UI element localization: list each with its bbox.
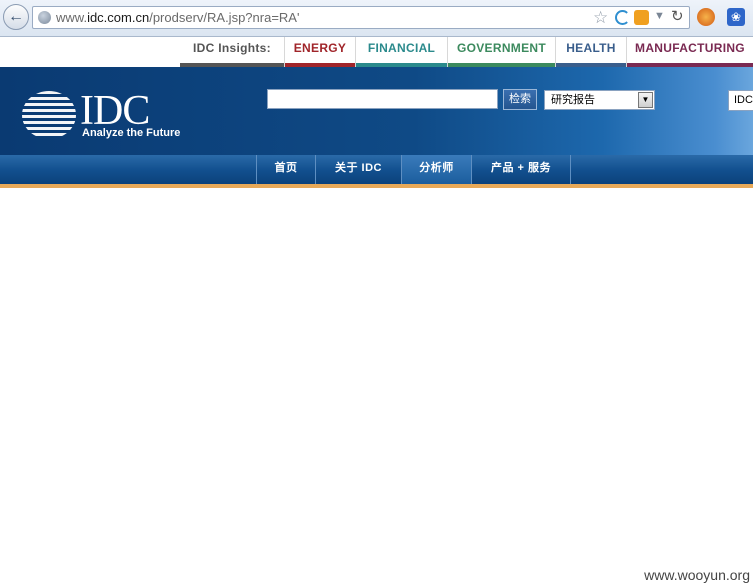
insights-financial[interactable]: FINANCIAL: [355, 37, 447, 67]
url-prefix: www.: [56, 10, 88, 25]
category-select-value: 研究报告: [551, 94, 595, 106]
site-header: IDC Analyze the Future 检索 研究报告 ▼ IDC: [0, 67, 753, 155]
insights-financial-label: FINANCIAL: [367, 41, 436, 55]
chevron-down-icon[interactable]: ▼: [638, 92, 653, 108]
nav-item-products[interactable]: 产品 + 服务: [471, 155, 571, 185]
url-path: /prodserv/RA.jsp?nra=RA': [149, 10, 300, 25]
insights-label-text: IDC Insights:: [193, 41, 271, 55]
insights-manufacturing-label: MANUFACTURING: [635, 41, 745, 55]
back-icon[interactable]: ←: [3, 4, 29, 30]
insights-label: IDC Insights:: [180, 37, 284, 67]
insights-energy-label: ENERGY: [293, 41, 347, 55]
insights-energy[interactable]: ENERGY: [284, 37, 355, 67]
reload-icon[interactable]: ↻: [671, 7, 684, 25]
insights-manufacturing[interactable]: MANUFACTURING: [626, 37, 753, 67]
globe-logo-icon: [22, 91, 76, 139]
nav-item-label: 产品 + 服务: [490, 162, 552, 174]
insights-bar: IDC Insights: ENERGY FINANCIAL GOVERNMEN…: [0, 37, 753, 67]
browser-toolbar: ← www.idc.com.cn/prodserv/RA.jsp?nra=RA'…: [0, 0, 753, 37]
nav-item-analysts[interactable]: 分析师: [401, 155, 471, 185]
main-nav: 首页 关于 IDC 分析师 产品 + 服务: [0, 155, 753, 185]
nav-accent-bar: [0, 184, 753, 188]
insights-government[interactable]: GOVERNMENT: [447, 37, 555, 67]
insights-government-label: GOVERNMENT: [456, 41, 546, 55]
extension-icon[interactable]: [634, 10, 649, 25]
site-select-value: IDC: [734, 94, 753, 106]
nav-item-label: 首页: [274, 162, 298, 174]
insights-health[interactable]: HEALTH: [555, 37, 626, 67]
url-domain: idc.com.cn: [87, 10, 150, 25]
extension-icon[interactable]: [615, 10, 630, 25]
chevron-down-icon[interactable]: ▼: [654, 10, 665, 22]
star-icon[interactable]: ☆: [593, 8, 608, 28]
nav-item-label: 关于 IDC: [335, 162, 382, 174]
globe-icon: [38, 11, 51, 24]
nav-item-home[interactable]: 首页: [256, 155, 315, 185]
addon-icon[interactable]: [697, 8, 715, 26]
nav-item-about[interactable]: 关于 IDC: [315, 155, 401, 185]
site-select[interactable]: IDC: [728, 90, 753, 111]
watermark: www.wooyun.org: [644, 567, 750, 583]
search-button[interactable]: 检索: [503, 89, 537, 110]
idc-logo[interactable]: IDC Analyze the Future: [22, 88, 182, 141]
nav-item-label: 分析师: [419, 162, 454, 174]
category-select[interactable]: 研究报告 ▼: [544, 90, 655, 110]
search-input[interactable]: [267, 89, 498, 109]
url-text[interactable]: www.idc.com.cn/prodserv/RA.jsp?nra=RA': [56, 10, 299, 25]
logo-tagline: Analyze the Future: [82, 127, 181, 139]
address-bar[interactable]: www.idc.com.cn/prodserv/RA.jsp?nra=RA' ☆…: [32, 6, 690, 29]
paw-icon[interactable]: ❀: [727, 8, 745, 26]
insights-health-label: HEALTH: [566, 41, 616, 55]
